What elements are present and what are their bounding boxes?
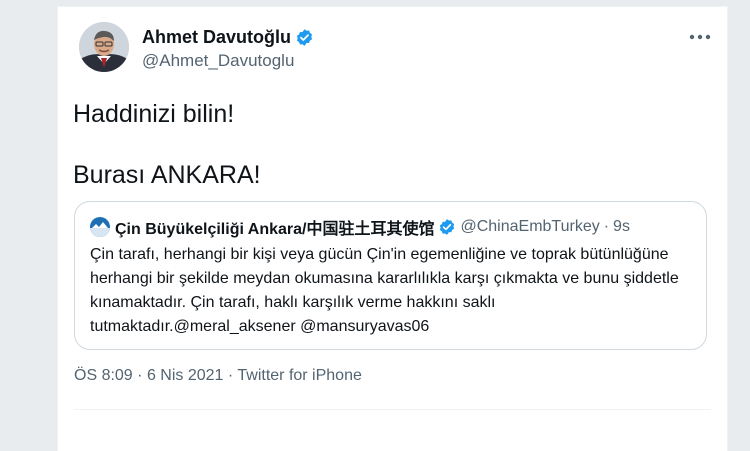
quoted-tweet-text: Çin tarafı, herhangi bir kişi veya gücün… xyxy=(90,246,679,335)
tweet-metadata: ÖS 8:09 · 6 Nis 2021 · Twitter for iPhon… xyxy=(74,367,362,385)
tweet-time[interactable]: ÖS 8:09 xyxy=(74,367,133,384)
quoted-tweet-header: Çin Büyükelçiliği Ankara/中国驻土耳其使馆 @China… xyxy=(90,215,630,239)
divider xyxy=(74,409,711,410)
quoted-verified-badge-icon xyxy=(438,218,456,236)
quoted-author-avatar[interactable] xyxy=(90,217,110,237)
author-avatar[interactable] xyxy=(79,22,129,72)
tweet-text-line-2: Burası ANKARA! xyxy=(73,161,261,189)
author-name[interactable]: Ahmet Davutoğlu xyxy=(142,27,291,48)
quoted-time[interactable]: 9s xyxy=(613,218,630,236)
quoted-tweet[interactable]: Çin Büyükelçiliği Ankara/中国驻土耳其使馆 @China… xyxy=(74,201,707,350)
meta-separator-1: · xyxy=(137,367,143,384)
quoted-author-handle[interactable]: @ChinaEmbTurkey xyxy=(460,218,599,236)
verified-badge-icon xyxy=(295,28,314,47)
avatar-image xyxy=(79,22,129,72)
quoted-separator: · xyxy=(603,218,610,235)
tweet-date[interactable]: 6 Nis 2021 xyxy=(147,367,224,384)
author-handle[interactable]: @Ahmet_Davutoglu xyxy=(142,51,294,71)
tweet-text-line-1: Haddinizi bilin! xyxy=(73,100,235,128)
tweet-source[interactable]: Twitter for iPhone xyxy=(237,367,362,384)
more-options-icon[interactable] xyxy=(689,29,711,40)
quoted-author-name[interactable]: Çin Büyükelçiliği Ankara/中国驻土耳其使馆 xyxy=(115,215,434,239)
meta-separator-2: · xyxy=(227,367,234,384)
author-name-row[interactable]: Ahmet Davutoğlu xyxy=(142,27,314,48)
tweet-card: Ahmet Davutoğlu @Ahmet_Davutoglu Haddini… xyxy=(57,6,728,451)
